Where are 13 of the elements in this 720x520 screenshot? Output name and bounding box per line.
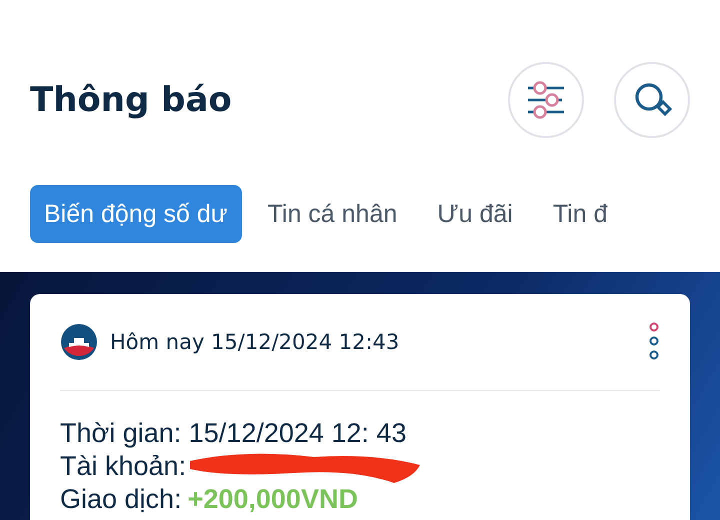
detail-line: Thời gian: 15/12/2024 12: 43 — [60, 417, 406, 450]
notification-timestamp: Hôm nay 15/12/2024 12:43 — [110, 330, 400, 354]
transaction-amount: +200,000VND — [188, 483, 358, 516]
detail-label: Giao dịch: — [60, 483, 182, 516]
tab[interactable]: Tin cá nhân — [254, 185, 412, 243]
bank-logo-icon — [60, 323, 98, 361]
sliders-icon — [526, 80, 566, 120]
detail-label: Tài khoản: — [60, 450, 186, 483]
tab[interactable]: Biến động số dư — [30, 185, 242, 243]
page-title: Thông báo — [30, 80, 232, 120]
tab[interactable]: Ưu đãi — [423, 185, 527, 243]
more-dots-icon — [648, 320, 660, 360]
tab[interactable]: Tin đ — [538, 185, 622, 243]
